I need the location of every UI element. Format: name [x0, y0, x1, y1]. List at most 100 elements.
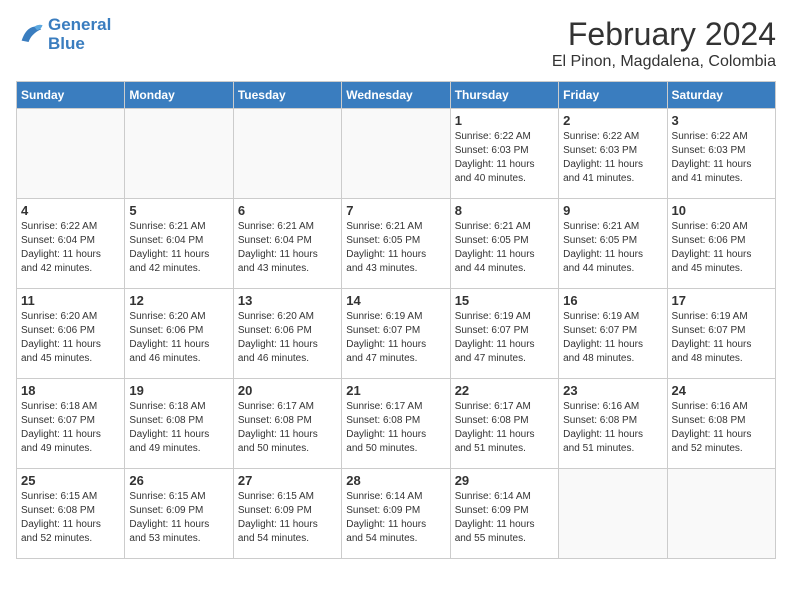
- calendar-cell: 8Sunrise: 6:21 AM Sunset: 6:05 PM Daylig…: [450, 199, 558, 289]
- col-header-monday: Monday: [125, 82, 233, 109]
- day-number: 21: [346, 383, 445, 398]
- day-detail: Sunrise: 6:22 AM Sunset: 6:04 PM Dayligh…: [21, 220, 120, 276]
- day-number: 13: [238, 293, 337, 308]
- day-detail: Sunrise: 6:22 AM Sunset: 6:03 PM Dayligh…: [563, 130, 662, 186]
- calendar-cell: 18 Sunrise: 6:18 AM Sunset: 6:07 PM Dayli…: [17, 379, 125, 469]
- day-number: 2: [563, 113, 662, 128]
- week-row-1: 1 Sunrise: 6:22 AM Sunset: 6:03 PM Daylig…: [17, 109, 776, 199]
- calendar-cell: [125, 109, 233, 199]
- day-detail: Sunrise: 6:20 AM Sunset: 6:06 PM Dayligh…: [238, 310, 337, 366]
- day-number: 10: [672, 203, 771, 218]
- day-detail: Sunrise: 6:22 AM Sunset: 6:03 PM Dayligh…: [672, 130, 771, 186]
- calendar-cell: 15 Sunrise: 6:19 AM Sunset: 6:07 PM Dayli…: [450, 289, 558, 379]
- calendar-cell: [17, 109, 125, 199]
- day-number: 6: [238, 203, 337, 218]
- week-row-5: 25Sunrise: 6:15 AM Sunset: 6:08 PM Dayli…: [17, 469, 776, 559]
- calendar-cell: [667, 469, 775, 559]
- day-detail: Sunrise: 6:15 AM Sunset: 6:09 PM Dayligh…: [238, 490, 337, 546]
- calendar-cell: 3 Sunrise: 6:22 AM Sunset: 6:03 PM Daylig…: [667, 109, 775, 199]
- calendar-cell: 9Sunrise: 6:21 AM Sunset: 6:05 PM Daylig…: [559, 199, 667, 289]
- logo-bird-icon: [16, 21, 44, 49]
- calendar-cell: 21 Sunrise: 6:17 AM Sunset: 6:08 PM Dayli…: [342, 379, 450, 469]
- calendar-cell: [559, 469, 667, 559]
- day-number: 15: [455, 293, 554, 308]
- day-detail: Sunrise: 6:21 AM Sunset: 6:04 PM Dayligh…: [238, 220, 337, 276]
- day-number: 28: [346, 473, 445, 488]
- day-number: 23: [563, 383, 662, 398]
- calendar-cell: 16 Sunrise: 6:19 AM Sunset: 6:07 PM Dayli…: [559, 289, 667, 379]
- day-number: 17: [672, 293, 771, 308]
- calendar-cell: 5Sunrise: 6:21 AM Sunset: 6:04 PM Daylig…: [125, 199, 233, 289]
- calendar-cell: 11Sunrise: 6:20 AM Sunset: 6:06 PM Dayli…: [17, 289, 125, 379]
- day-number: 27: [238, 473, 337, 488]
- calendar-cell: 26 Sunrise: 6:15 AM Sunset: 6:09 PM Dayli…: [125, 469, 233, 559]
- day-detail: Sunrise: 6:19 AM Sunset: 6:07 PM Dayligh…: [455, 310, 554, 366]
- calendar-cell: 6 Sunrise: 6:21 AM Sunset: 6:04 PM Daylig…: [233, 199, 341, 289]
- day-detail: Sunrise: 6:16 AM Sunset: 6:08 PM Dayligh…: [672, 400, 771, 456]
- day-number: 4: [21, 203, 120, 218]
- day-number: 18: [21, 383, 120, 398]
- logo-text: General Blue: [48, 16, 111, 53]
- day-number: 12: [129, 293, 228, 308]
- calendar-header-row: SundayMondayTuesdayWednesdayThursdayFrid…: [17, 82, 776, 109]
- col-header-saturday: Saturday: [667, 82, 775, 109]
- calendar-cell: 27 Sunrise: 6:15 AM Sunset: 6:09 PM Dayli…: [233, 469, 341, 559]
- day-detail: Sunrise: 6:22 AM Sunset: 6:03 PM Dayligh…: [455, 130, 554, 186]
- day-number: 22: [455, 383, 554, 398]
- day-detail: Sunrise: 6:21 AM Sunset: 6:05 PM Dayligh…: [346, 220, 445, 276]
- calendar-cell: 25Sunrise: 6:15 AM Sunset: 6:08 PM Dayli…: [17, 469, 125, 559]
- day-number: 25: [21, 473, 120, 488]
- col-header-wednesday: Wednesday: [342, 82, 450, 109]
- col-header-tuesday: Tuesday: [233, 82, 341, 109]
- day-detail: Sunrise: 6:19 AM Sunset: 6:07 PM Dayligh…: [672, 310, 771, 366]
- calendar-cell: 13 Sunrise: 6:20 AM Sunset: 6:06 PM Dayli…: [233, 289, 341, 379]
- day-detail: Sunrise: 6:14 AM Sunset: 6:09 PM Dayligh…: [455, 490, 554, 546]
- day-detail: Sunrise: 6:19 AM Sunset: 6:07 PM Dayligh…: [563, 310, 662, 366]
- calendar-cell: 4 Sunrise: 6:22 AM Sunset: 6:04 PM Daylig…: [17, 199, 125, 289]
- calendar-title: February 2024: [552, 16, 776, 53]
- day-number: 14: [346, 293, 445, 308]
- day-number: 7: [346, 203, 445, 218]
- day-detail: Sunrise: 6:21 AM Sunset: 6:05 PM Dayligh…: [455, 220, 554, 276]
- calendar-cell: 2 Sunrise: 6:22 AM Sunset: 6:03 PM Daylig…: [559, 109, 667, 199]
- col-header-friday: Friday: [559, 82, 667, 109]
- calendar-cell: 1 Sunrise: 6:22 AM Sunset: 6:03 PM Daylig…: [450, 109, 558, 199]
- title-area: February 2024 El Pinon, Magdalena, Colom…: [552, 16, 776, 71]
- col-header-sunday: Sunday: [17, 82, 125, 109]
- day-number: 24: [672, 383, 771, 398]
- calendar-cell: 19Sunrise: 6:18 AM Sunset: 6:08 PM Dayli…: [125, 379, 233, 469]
- day-detail: Sunrise: 6:18 AM Sunset: 6:07 PM Dayligh…: [21, 400, 120, 456]
- calendar-cell: 24 Sunrise: 6:16 AM Sunset: 6:08 PM Dayli…: [667, 379, 775, 469]
- calendar-cell: 28 Sunrise: 6:14 AM Sunset: 6:09 PM Dayli…: [342, 469, 450, 559]
- day-detail: Sunrise: 6:20 AM Sunset: 6:06 PM Dayligh…: [672, 220, 771, 276]
- day-number: 19: [129, 383, 228, 398]
- day-detail: Sunrise: 6:15 AM Sunset: 6:09 PM Dayligh…: [129, 490, 228, 546]
- day-detail: Sunrise: 6:21 AM Sunset: 6:04 PM Dayligh…: [129, 220, 228, 276]
- calendar-cell: 10 Sunrise: 6:20 AM Sunset: 6:06 PM Dayli…: [667, 199, 775, 289]
- calendar-cell: 23 Sunrise: 6:16 AM Sunset: 6:08 PM Dayli…: [559, 379, 667, 469]
- calendar-cell: 7 Sunrise: 6:21 AM Sunset: 6:05 PM Daylig…: [342, 199, 450, 289]
- day-detail: Sunrise: 6:17 AM Sunset: 6:08 PM Dayligh…: [238, 400, 337, 456]
- day-detail: Sunrise: 6:16 AM Sunset: 6:08 PM Dayligh…: [563, 400, 662, 456]
- week-row-4: 18 Sunrise: 6:18 AM Sunset: 6:07 PM Dayli…: [17, 379, 776, 469]
- day-number: 26: [129, 473, 228, 488]
- day-detail: Sunrise: 6:14 AM Sunset: 6:09 PM Dayligh…: [346, 490, 445, 546]
- calendar-cell: [233, 109, 341, 199]
- calendar-table: SundayMondayTuesdayWednesdayThursdayFrid…: [16, 81, 776, 559]
- logo: General Blue: [16, 16, 111, 53]
- calendar-subtitle: El Pinon, Magdalena, Colombia: [552, 53, 776, 71]
- day-number: 16: [563, 293, 662, 308]
- calendar-cell: [342, 109, 450, 199]
- header: General Blue February 2024 El Pinon, Mag…: [16, 16, 776, 71]
- day-detail: Sunrise: 6:17 AM Sunset: 6:08 PM Dayligh…: [455, 400, 554, 456]
- day-number: 3: [672, 113, 771, 128]
- col-header-thursday: Thursday: [450, 82, 558, 109]
- calendar-cell: 14 Sunrise: 6:19 AM Sunset: 6:07 PM Dayli…: [342, 289, 450, 379]
- calendar-cell: 12 Sunrise: 6:20 AM Sunset: 6:06 PM Dayli…: [125, 289, 233, 379]
- day-number: 1: [455, 113, 554, 128]
- day-detail: Sunrise: 6:20 AM Sunset: 6:06 PM Dayligh…: [129, 310, 228, 366]
- day-number: 20: [238, 383, 337, 398]
- calendar-cell: 20 Sunrise: 6:17 AM Sunset: 6:08 PM Dayli…: [233, 379, 341, 469]
- day-detail: Sunrise: 6:17 AM Sunset: 6:08 PM Dayligh…: [346, 400, 445, 456]
- day-detail: Sunrise: 6:19 AM Sunset: 6:07 PM Dayligh…: [346, 310, 445, 366]
